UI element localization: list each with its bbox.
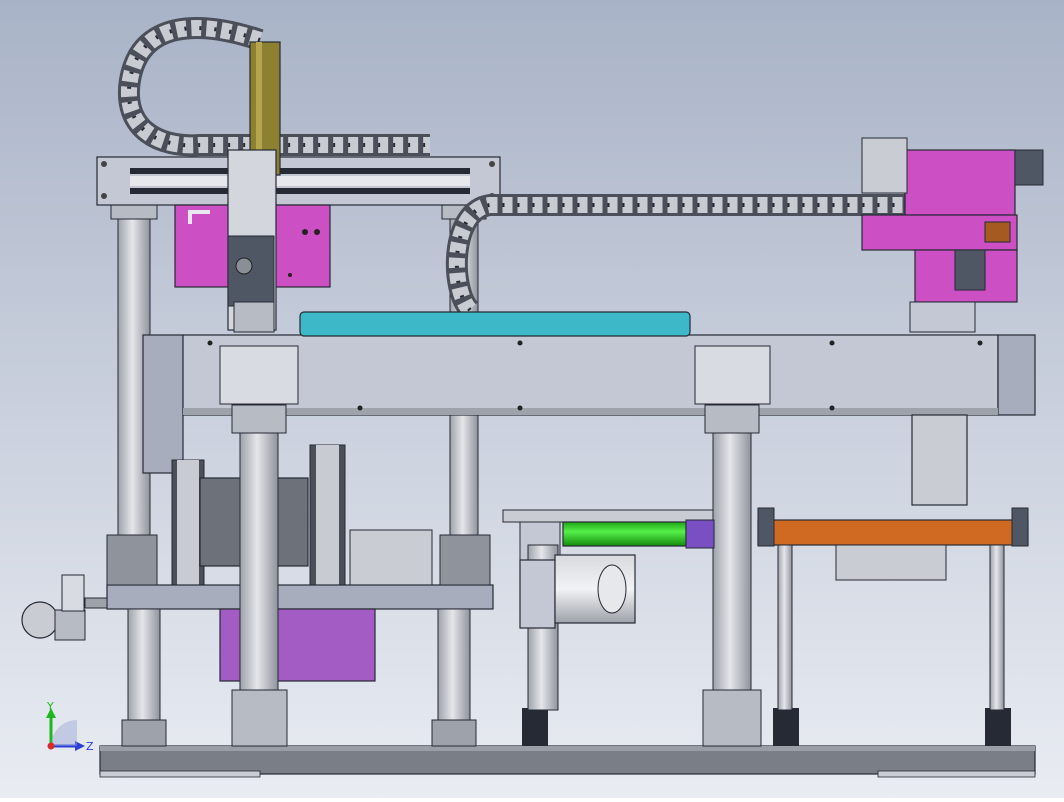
axis-z-label: Z <box>86 740 94 753</box>
base-plate <box>99 745 1036 778</box>
linear-slide-small <box>349 529 433 589</box>
cad-viewport[interactable]: Y Z <box>0 0 1064 798</box>
cyan-conveyor-belt <box>299 311 691 337</box>
axis-y-label: Y <box>46 700 54 713</box>
linear-slide <box>911 414 968 506</box>
cad-assembly-drawing: Y Z <box>0 0 1064 798</box>
gantry-x-beam <box>96 156 501 206</box>
servo-motor <box>519 554 636 629</box>
